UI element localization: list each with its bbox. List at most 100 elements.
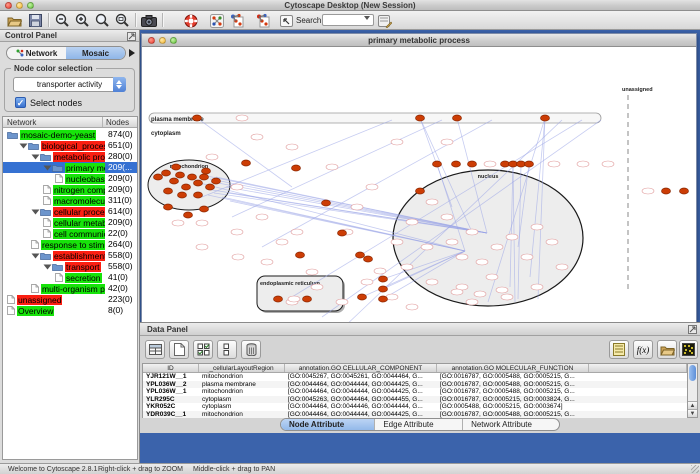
network-label-node[interactable] [496, 287, 508, 293]
float-panel-icon[interactable] [688, 325, 697, 334]
network-node[interactable] [212, 178, 221, 184]
annotation-icon[interactable] [278, 12, 295, 29]
network-node[interactable] [194, 180, 203, 186]
network-label-node[interactable] [548, 161, 560, 167]
network-label-node[interactable] [441, 214, 453, 220]
network-label-node[interactable] [206, 154, 218, 160]
attribute-list-icon[interactable] [609, 340, 629, 359]
network-node[interactable] [188, 174, 197, 180]
network-label-node[interactable] [577, 161, 589, 167]
network-label-node[interactable] [441, 139, 453, 145]
zoom-view-icon[interactable] [170, 37, 177, 44]
tree-row[interactable]: secretion41(0) [3, 272, 137, 283]
table-row[interactable]: YPL036W__2plasma membrane[GO:0044464, GO… [143, 381, 687, 389]
minimize-window-icon[interactable] [16, 2, 23, 9]
float-panel-icon[interactable] [127, 32, 136, 41]
network-node[interactable] [200, 206, 209, 212]
column-id[interactable]: ID [143, 364, 199, 372]
tab-mosaic[interactable]: Mosaic [66, 47, 125, 59]
select-attributes-icon[interactable] [193, 340, 213, 359]
network-overlay-red-icon[interactable] [254, 12, 271, 29]
tree-row[interactable]: nucleobase-209(0) [3, 173, 137, 184]
network-label-node[interactable] [196, 244, 208, 250]
tree-row[interactable]: biological_process651(0) [3, 140, 137, 151]
unselect-attributes-icon[interactable] [217, 340, 237, 359]
network-node[interactable] [242, 160, 251, 166]
tree-row[interactable]: Overview8(0) [3, 305, 137, 316]
tree-row[interactable]: metabolic process280(0) [3, 151, 137, 162]
network-label-node[interactable] [391, 139, 403, 145]
network-node[interactable] [182, 184, 191, 190]
network-label-node[interactable] [506, 234, 518, 240]
network-node[interactable] [303, 296, 312, 302]
tree-row[interactable]: nitrogen compo209(0) [3, 184, 137, 195]
network-node[interactable] [379, 276, 388, 282]
network-node[interactable] [178, 192, 187, 198]
close-window-icon[interactable] [5, 2, 12, 9]
network-label-node[interactable] [484, 161, 496, 167]
network-label-node[interactable] [401, 264, 413, 270]
tab-overflow-icon[interactable] [129, 49, 135, 57]
network-label-node[interactable] [311, 284, 323, 290]
filter-icon[interactable] [376, 12, 393, 29]
network-label-node[interactable] [426, 199, 438, 205]
network-node[interactable] [162, 170, 171, 176]
network-label-node[interactable] [286, 144, 298, 150]
scrollbar-thumb[interactable] [689, 365, 696, 381]
network-node[interactable] [322, 200, 331, 206]
network-node[interactable] [452, 161, 461, 167]
network-label-node[interactable] [406, 219, 418, 225]
tree-row[interactable]: response to stimulu264(0) [3, 239, 137, 250]
network-node[interactable] [194, 192, 203, 198]
network-icon[interactable] [208, 12, 225, 29]
network-label-node[interactable] [351, 204, 363, 210]
network-canvas[interactable]: plasma membrane cytoplasm mitochondrion … [142, 47, 696, 333]
network-label-node[interactable] [261, 259, 273, 265]
search-dropdown-icon[interactable] [364, 16, 370, 20]
network-label-node[interactable] [556, 264, 568, 270]
tab-network-attribute-browser[interactable]: Network Attribute Browser [462, 419, 559, 430]
tree-row[interactable]: primary metabo209(... [3, 162, 137, 173]
zoom-fit-icon[interactable] [114, 12, 131, 29]
tab-edge-attribute-browser[interactable]: Edge Attribute Browser [374, 419, 462, 430]
network-label-node[interactable] [361, 279, 373, 285]
network-label-node[interactable] [256, 214, 268, 220]
network-label-node[interactable] [306, 269, 318, 275]
window-resize-grip[interactable] [691, 465, 699, 473]
tree-row[interactable]: mosaic-demo-yeast874(0) [3, 129, 137, 140]
snapshot-camera-icon[interactable] [140, 12, 157, 29]
network-label-node[interactable] [231, 229, 243, 235]
network-label-node[interactable] [521, 254, 533, 260]
close-view-icon[interactable] [148, 37, 155, 44]
tree-row[interactable]: macromolecule311(0) [3, 195, 137, 206]
network-node[interactable] [164, 188, 173, 194]
network-label-node[interactable] [466, 299, 478, 305]
table-scrollbar[interactable]: ▲ ▼ [687, 363, 698, 418]
node-color-dropdown[interactable]: transporter activity [13, 77, 126, 92]
network-node[interactable] [379, 296, 388, 302]
network-label-node[interactable] [172, 220, 184, 226]
network-view-titlebar[interactable]: primary metabolic process [142, 34, 696, 47]
network-label-node[interactable] [474, 291, 486, 297]
attribute-table-icon[interactable] [145, 340, 165, 359]
network-node[interactable] [379, 286, 388, 292]
network-node[interactable] [176, 172, 185, 178]
network-label-node[interactable] [602, 161, 614, 167]
network-label-node[interactable] [366, 184, 378, 190]
network-label-node[interactable] [426, 279, 438, 285]
tree-row[interactable]: unassigned223(0) [3, 294, 137, 305]
zoom-window-icon[interactable] [27, 2, 34, 9]
network-label-node[interactable] [406, 304, 418, 310]
tree-row[interactable]: multi-organism pro42(0) [3, 283, 137, 294]
network-label-node[interactable] [501, 294, 513, 300]
network-node[interactable] [416, 115, 425, 121]
tree-row[interactable]: cellular metabo209(0) [3, 217, 137, 228]
network-label-node[interactable] [231, 184, 243, 190]
new-attribute-icon[interactable] [169, 340, 189, 359]
zoom-out-icon[interactable] [54, 12, 71, 29]
tree-column-nodes[interactable]: Nodes [103, 117, 137, 127]
tab-network[interactable]: Network [7, 47, 66, 59]
network-label-node[interactable] [486, 274, 498, 280]
network-label-node[interactable] [326, 164, 338, 170]
network-node[interactable] [338, 230, 347, 236]
